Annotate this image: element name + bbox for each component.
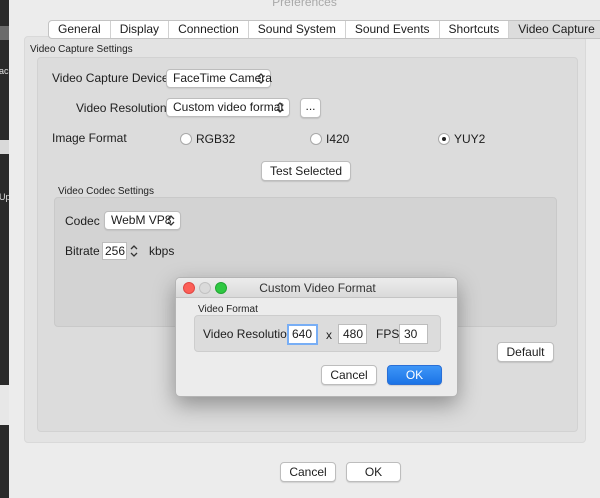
radio-yuy2[interactable] <box>438 133 450 145</box>
video-codec-settings-heading: Video Codec Settings <box>58 186 154 197</box>
dialog-title: Custom Video Format <box>259 281 376 295</box>
ok-button[interactable]: OK <box>346 462 401 482</box>
custom-format-button[interactable]: ... <box>300 98 321 118</box>
desktop-background: ac Up <box>0 0 9 498</box>
codec-select[interactable]: WebM VP8 <box>104 211 181 230</box>
window-title: Preferences <box>272 0 337 9</box>
radio-rgb32-label[interactable]: RGB32 <box>196 132 235 146</box>
chevron-updown-icon <box>167 214 175 227</box>
default-button[interactable]: Default <box>497 342 554 362</box>
height-input[interactable]: 480 <box>338 324 367 344</box>
preferences-tabs: General Display Connection Sound System … <box>48 20 600 39</box>
bitrate-field[interactable]: 256 <box>102 242 127 260</box>
codec-label: Codec <box>65 214 100 228</box>
tab-sound-events[interactable]: Sound Events <box>346 21 440 38</box>
video-capture-settings-heading: Video Capture Settings <box>30 44 133 55</box>
video-capture-device-label: Video Capture Device <box>52 71 169 85</box>
desktop-thumbnail <box>0 26 9 40</box>
tab-general[interactable]: General <box>49 21 111 38</box>
tab-video-capture[interactable]: Video Capture <box>509 21 600 38</box>
codec-value: WebM VP8 <box>111 213 172 227</box>
dialog-video-resolution-label: Video Resolution <box>203 327 294 341</box>
desktop-thumbnail <box>0 385 9 425</box>
custom-video-format-dialog: Custom Video Format Video Format Video R… <box>175 277 458 397</box>
video-capture-device-select[interactable]: FaceTime Camera <box>166 69 272 88</box>
video-resolution-value: Custom video format <box>173 100 284 114</box>
window-titlebar: Preferences <box>9 0 600 10</box>
bitrate-label: Bitrate <box>65 244 100 258</box>
bitrate-stepper[interactable] <box>130 243 138 259</box>
desktop-fragment-text: Up <box>0 192 9 202</box>
tab-connection[interactable]: Connection <box>169 21 249 38</box>
bitrate-unit-label: kbps <box>149 244 175 258</box>
tab-shortcuts[interactable]: Shortcuts <box>440 21 510 38</box>
tab-sound-system[interactable]: Sound System <box>249 21 346 38</box>
radio-yuy2-label[interactable]: YUY2 <box>454 132 485 146</box>
chevron-updown-icon <box>257 72 265 85</box>
desktop-thumbnail <box>0 140 9 154</box>
dialog-cancel-button[interactable]: Cancel <box>321 365 377 385</box>
fps-input[interactable]: 30 <box>399 324 428 344</box>
video-format-heading: Video Format <box>198 304 258 315</box>
fps-label: FPS <box>376 327 400 341</box>
chevron-updown-icon <box>276 101 284 114</box>
radio-rgb32[interactable] <box>180 133 192 145</box>
tab-display[interactable]: Display <box>111 21 170 38</box>
test-selected-button[interactable]: Test Selected <box>261 161 351 181</box>
dialog-ok-button[interactable]: OK <box>387 365 442 385</box>
video-resolution-label: Video Resolution <box>76 101 167 115</box>
dialog-titlebar: Custom Video Format <box>176 278 457 298</box>
width-input[interactable]: 640 <box>287 324 318 345</box>
desktop-fragment-text: ac <box>0 66 9 76</box>
video-resolution-select[interactable]: Custom video format <box>166 98 290 117</box>
radio-i420-label[interactable]: I420 <box>326 132 349 146</box>
times-label: x <box>326 328 332 342</box>
image-format-label: Image Format <box>52 131 127 145</box>
preferences-window: Preferences General Display Connection S… <box>9 0 600 498</box>
cancel-button[interactable]: Cancel <box>280 462 336 482</box>
radio-i420[interactable] <box>310 133 322 145</box>
